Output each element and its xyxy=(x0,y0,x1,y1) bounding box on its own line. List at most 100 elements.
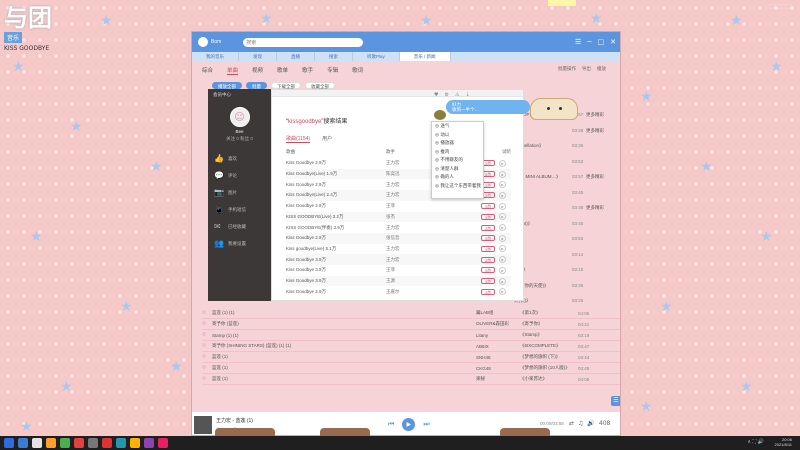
like-button[interactable]: 3首 xyxy=(481,235,495,242)
tab-3[interactable]: 歌单 xyxy=(277,66,288,75)
sidebar-item[interactable]: 📷 图片 xyxy=(208,184,271,201)
clock[interactable]: 20:06 2021/8/11 xyxy=(775,437,793,447)
window-control-icon[interactable]: ☰ xyxy=(575,38,581,46)
play-icon[interactable]: ▸ xyxy=(499,277,506,285)
nav-item[interactable]: 直播 xyxy=(277,52,315,61)
play-button[interactable]: ▶ xyxy=(402,418,416,431)
dropdown-item[interactable]: ◎ 送气 xyxy=(432,122,483,131)
play-icon[interactable]: ▸ xyxy=(499,191,506,199)
result-row[interactable]: Kiss Goodbye 3.9万 王菲 3首 ▸ xyxy=(286,265,511,276)
more-link[interactable]: 更多精彩 xyxy=(586,128,604,134)
like-button[interactable]: 3首 xyxy=(481,256,495,263)
sidebar-item[interactable]: 👥 我要设置 xyxy=(208,235,271,252)
result-row[interactable]: KISS GOODBYE(伴奏) 3.9万 王力宏 3首 ▸ xyxy=(286,222,511,233)
play-icon[interactable]: ▸ xyxy=(499,213,506,221)
taskbar-app-icon[interactable] xyxy=(116,438,126,448)
like-button[interactable]: 3首 xyxy=(481,245,495,252)
taskbar-app-icon[interactable] xyxy=(46,438,56,448)
previous-icon[interactable]: ⏮ xyxy=(388,420,394,429)
nav-item[interactable]: 我的音乐 xyxy=(192,52,239,61)
tab-0[interactable]: 综合 xyxy=(202,66,213,75)
song-row[interactable]: ♡ 寄予你 (SHINING STARS) (蓝莲) (1) (1) AB6IX 《6… xyxy=(202,341,620,352)
heart-icon[interactable]: ♡ xyxy=(202,311,212,316)
system-tray[interactable]: ∧ ⛶ 🔊 xyxy=(747,439,764,445)
taskbar-app-icon[interactable] xyxy=(158,438,168,448)
dropdown-header-icon[interactable]: ♥ xyxy=(434,92,438,100)
result-row[interactable]: Kiss Goodbye 2.9万 王嘉尔 3首 ▸ xyxy=(286,286,511,297)
song-row[interactable]: ♡ 蓝莲 (1) 楽秘 《小楽苏达》 04:05 xyxy=(202,374,620,385)
more-link[interactable]: 更多精彩 xyxy=(586,205,604,211)
player-control-icon[interactable]: 408 xyxy=(599,420,610,427)
tool-link[interactable]: 批量操作 xyxy=(558,66,576,72)
album-cover[interactable] xyxy=(194,415,212,434)
heart-icon[interactable]: ♡ xyxy=(202,355,212,360)
dropdown-header-icon[interactable]: ⚠ xyxy=(455,92,459,100)
result-row[interactable]: Kiss Goodbye 3.9万 王源 3首 ▸ xyxy=(286,275,511,287)
dropdown-item[interactable]: ◎ 播放器 xyxy=(432,139,483,148)
nav-item[interactable]: 音乐 / 新闻 xyxy=(399,52,451,61)
like-button[interactable]: 3首 xyxy=(481,224,495,231)
taskbar-app-icon[interactable] xyxy=(60,438,70,448)
search-input[interactable]: 搜索 xyxy=(243,37,364,47)
heart-icon[interactable]: ♡ xyxy=(202,344,212,349)
action-button[interactable]: 播放全部 xyxy=(212,82,242,89)
more-link[interactable]: 更多精彩 xyxy=(586,112,604,118)
sidebar-title[interactable]: 会员中心 xyxy=(208,89,271,101)
nav-item[interactable]: 发现 xyxy=(239,52,277,61)
sidebar-item[interactable]: 📱 手机短信 xyxy=(208,201,271,218)
menu-fab[interactable]: ☰ xyxy=(611,396,620,406)
window-control-icon[interactable]: ─ xyxy=(587,38,591,46)
more-link[interactable]: 更多精彩 xyxy=(586,174,604,180)
play-icon[interactable]: ▸ xyxy=(499,181,506,189)
dropdown-item[interactable]: ◎ 确的人 xyxy=(432,173,483,182)
taskbar-app-icon[interactable] xyxy=(74,438,84,448)
nav-item[interactable]: 搜索 xyxy=(315,52,353,61)
play-icon[interactable]: ▸ xyxy=(499,224,506,232)
taskbar-app-icon[interactable] xyxy=(18,438,28,448)
song-row[interactable]: ♡ 蓝莲 (1) CKG48 《梦想的旗帜 (10人版)》 03:45 xyxy=(202,363,620,374)
tab-6[interactable]: 歌词 xyxy=(352,66,363,75)
user-avatar[interactable]: ☺ xyxy=(229,107,250,127)
dropdown-header-icon[interactable]: ↓ xyxy=(465,92,469,100)
nav-item[interactable]: 听歌Play xyxy=(353,52,400,61)
taskbar-app-icon[interactable] xyxy=(130,438,140,448)
action-button[interactable]: 下载全部 xyxy=(271,82,301,89)
username[interactable]: Bom xyxy=(211,39,221,45)
play-icon[interactable]: ▸ xyxy=(499,202,506,210)
play-icon[interactable]: ▸ xyxy=(499,159,506,167)
next-icon[interactable]: ⏭ xyxy=(423,420,429,429)
taskbar-app-icon[interactable] xyxy=(144,438,154,448)
player-control-icon[interactable]: 🔊 xyxy=(587,420,594,427)
tab-1[interactable]: 单曲 xyxy=(227,66,239,75)
like-button[interactable]: 3首 xyxy=(481,288,495,295)
dropdown-item[interactable]: ◎ 推鸡 xyxy=(432,148,483,157)
play-icon[interactable]: ▸ xyxy=(499,266,506,274)
song-row[interactable]: ♡ Stamp (1) (1) Litany 《Stamp》 03:19 xyxy=(202,330,620,341)
windows-start-icon[interactable] xyxy=(4,438,14,448)
result-row[interactable]: KISS GOODBYE(Live) 3.2万 张杰 3首 ▸ xyxy=(286,211,511,223)
heart-icon[interactable]: ♡ xyxy=(202,366,212,371)
result-row[interactable]: Kiss Goodbye 2.9万 张信哲 3首 ▸ xyxy=(286,232,511,244)
window-control-icon[interactable]: □ xyxy=(598,38,605,46)
play-icon[interactable]: ▸ xyxy=(499,256,506,264)
song-row[interactable]: ♡ 寄予你 (蓝莲) OLIVER&森田彩 《寄予你》 04:21 xyxy=(202,319,620,330)
player-control-icon[interactable]: ⇄ xyxy=(569,420,574,427)
like-button[interactable]: 3首 xyxy=(481,267,495,274)
player-control-icon[interactable]: ♫ xyxy=(578,420,583,427)
like-button[interactable]: 3首 xyxy=(481,213,495,220)
song-row[interactable]: ♡ 蓝莲 (1) SNH48 《梦想的旗帜 (下)》 03:44 xyxy=(202,352,620,363)
taskbar-app-icon[interactable] xyxy=(88,438,98,448)
sidebar-item[interactable]: 💬 评论 xyxy=(208,167,271,184)
window-control-icon[interactable]: ✕ xyxy=(610,38,616,46)
like-button[interactable]: 3首 xyxy=(481,278,495,285)
heart-icon[interactable]: ♡ xyxy=(202,322,212,327)
dropdown-item[interactable]: ◎ 清楚人群 xyxy=(432,165,483,174)
play-icon[interactable]: ▸ xyxy=(499,245,506,253)
results-tab[interactable]: 歌曲(1154) xyxy=(286,135,311,143)
taskbar-app-icon[interactable] xyxy=(102,438,112,448)
dropdown-header-icon[interactable]: ⚙ xyxy=(444,92,448,100)
action-button[interactable]: 收藏全部 xyxy=(305,82,335,89)
play-icon[interactable]: ▸ xyxy=(499,170,506,178)
avatar[interactable] xyxy=(198,37,208,47)
tab-4[interactable]: 歌手 xyxy=(302,66,313,75)
